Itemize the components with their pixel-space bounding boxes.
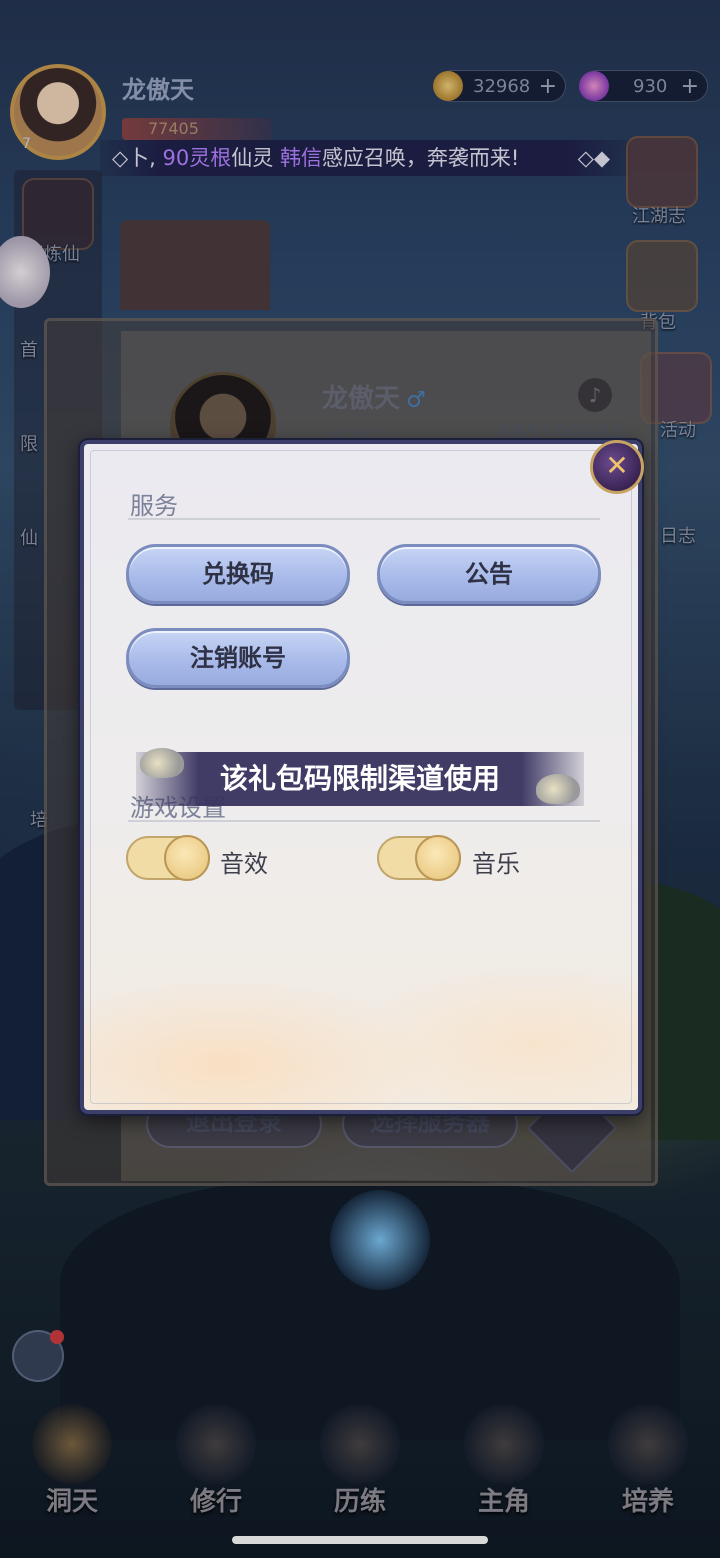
deregister-account-button[interactable]: 注销账号 [126,628,350,688]
protagonist-icon [464,1404,544,1484]
nav-label: 洞天 [45,1487,98,1517]
services-divider [128,518,600,520]
nav-label: 修行 [189,1487,242,1517]
cloud-ornament-icon [140,748,184,778]
game-settings-divider [128,820,600,822]
nav-protagonist[interactable]: 主角 [439,1398,569,1528]
home-indicator[interactable] [232,1536,488,1544]
redeem-code-button[interactable]: 兑换码 [126,544,350,604]
services-section-title: 服务 [130,492,178,520]
nav-label: 历练 [333,1487,386,1517]
nav-nurture[interactable]: 培养 [583,1398,713,1528]
nurture-icon [608,1404,688,1484]
cultivation-icon [176,1404,256,1484]
cave-heaven-icon [32,1404,112,1484]
music-toggle[interactable] [377,835,461,881]
toast-message: 该礼包码限制渠道使用 [136,752,584,806]
toggle-knob [415,835,461,881]
announcement-button[interactable]: 公告 [377,544,601,604]
adventure-icon [320,1404,400,1484]
sound-effects-label: 音效 [220,850,268,878]
toggle-knob [164,835,210,881]
nav-label: 培养 [621,1487,674,1517]
nav-label: 主角 [477,1487,530,1517]
bottom-navigation: 洞天 修行 历练 主角 培养 [0,1398,720,1528]
close-icon: ✕ [605,449,629,482]
nav-cave-heaven[interactable]: 洞天 [7,1398,137,1528]
music-label: 音乐 [472,850,520,878]
cloud-ornament-icon [536,774,580,804]
nav-adventure[interactable]: 历练 [295,1398,425,1528]
sound-effects-toggle[interactable] [126,835,210,881]
nav-cultivation[interactable]: 修行 [151,1398,281,1528]
close-modal-button[interactable]: ✕ [590,440,644,494]
